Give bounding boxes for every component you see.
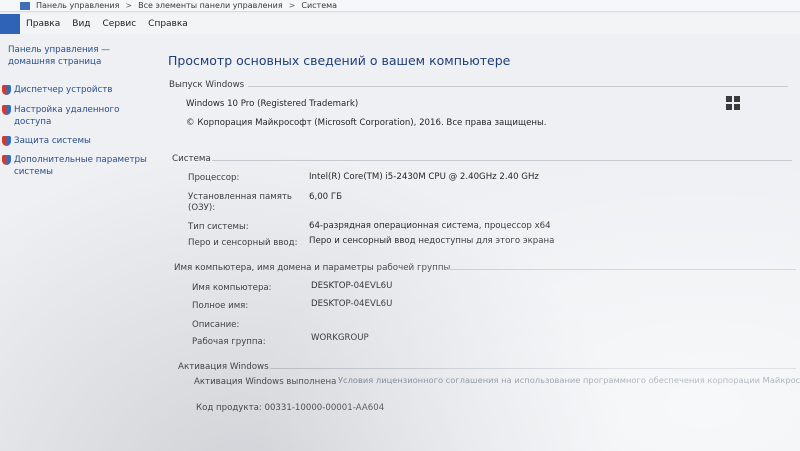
breadcrumb-separator: > <box>125 1 133 10</box>
ram-value: 6,00 ГБ <box>309 192 343 202</box>
section-title-computer-name: Имя компьютера, имя домена и параметры р… <box>174 263 451 273</box>
windows-logo-icon <box>726 96 740 110</box>
section-title-edition: Выпуск Windows <box>169 80 245 90</box>
system-type-value: 64-разрядная операционная система, проце… <box>309 221 551 231</box>
edition-copyright: © Корпорация Майкрософт (Microsoft Corpo… <box>186 118 547 128</box>
workgroup-value: WORKGROUP <box>311 333 369 343</box>
sidebar-item-remote-settings[interactable]: Настройка удаленного доступа <box>2 104 119 128</box>
breadcrumb-separator: > <box>288 1 296 10</box>
activation-status: Активация Windows выполнена <box>194 377 337 387</box>
pen-touch-value: Перо и сенсорный ввод недоступны для это… <box>309 236 555 246</box>
shield-icon <box>2 85 11 95</box>
menu-tools[interactable]: Сервис <box>97 19 143 29</box>
license-terms-link[interactable]: Условия лицензионного соглашения на испо… <box>338 375 800 385</box>
section-divider <box>248 86 788 87</box>
shield-icon <box>2 136 11 146</box>
section-title-system: Система <box>172 154 211 164</box>
menu-help[interactable]: Справка <box>142 19 194 29</box>
breadcrumb-item-system[interactable]: Система <box>301 1 337 10</box>
computer-name-value: DESKTOP-04EVL6U <box>311 281 393 291</box>
shield-icon <box>2 105 11 115</box>
breadcrumb-item-all-items[interactable]: Все элементы панели управления <box>138 1 283 10</box>
page-title: Просмотр основных сведений о вашем компь… <box>168 53 511 68</box>
sidebar-item-label: Диспетчер устройств <box>14 85 113 95</box>
sidebar-item-advanced-settings[interactable]: Дополнительные параметры системы <box>2 154 147 178</box>
address-bar[interactable]: Панель управления > Все элементы панели … <box>0 0 800 12</box>
product-id: Код продукта: 00331-10000-00001-AA604 <box>196 403 385 413</box>
computer-name-label: Имя компьютера: <box>192 283 272 293</box>
left-pane: Панель управления — домашняя страница Ди… <box>0 40 160 451</box>
processor-label: Процессор: <box>188 173 240 183</box>
pen-touch-label: Перо и сенсорный ввод: <box>188 238 298 248</box>
control-panel-home-link[interactable]: Панель управления — домашняя страница <box>8 44 110 68</box>
description-label: Описание: <box>192 320 240 330</box>
menu-bar: Правка Вид Сервис Справка <box>0 14 800 34</box>
home-link-line1: Панель управления — <box>8 45 110 55</box>
edition-name: Windows 10 Pro (Registered Trademark) <box>186 99 359 109</box>
system-type-label: Тип системы: <box>188 222 249 232</box>
section-divider <box>270 368 796 369</box>
sidebar-item-label: Защита системы <box>14 136 91 146</box>
full-name-value: DESKTOP-04EVL6U <box>311 299 393 309</box>
section-divider <box>446 269 796 270</box>
sidebar-item-label: Дополнительные параметры системы <box>14 155 147 177</box>
ram-label-line1: Установленная память <box>188 192 292 202</box>
shield-icon <box>2 155 11 165</box>
section-title-activation: Активация Windows <box>178 362 269 372</box>
ram-label-line2: (ОЗУ): <box>188 203 216 213</box>
control-panel-icon <box>20 1 30 10</box>
menu-view[interactable]: Вид <box>66 19 96 29</box>
sidebar-item-system-protection[interactable]: Защита системы <box>2 135 91 147</box>
processor-value: Intel(R) Core(TM) i5-2430M CPU @ 2.40GHz… <box>309 172 539 182</box>
workgroup-label: Рабочая группа: <box>192 337 266 347</box>
section-divider <box>212 160 792 161</box>
sidebar-item-label: Настройка удаленного доступа <box>14 105 120 127</box>
main-content: Просмотр основных сведений о вашем компь… <box>168 40 800 451</box>
full-name-label: Полное имя: <box>192 301 249 311</box>
window-edge-block <box>0 14 20 34</box>
sidebar-item-device-manager[interactable]: Диспетчер устройств <box>2 84 112 96</box>
breadcrumb-item-control-panel[interactable]: Панель управления <box>36 1 119 10</box>
menu-edit[interactable]: Правка <box>20 19 66 29</box>
home-link-line2: домашняя страница <box>8 57 102 67</box>
